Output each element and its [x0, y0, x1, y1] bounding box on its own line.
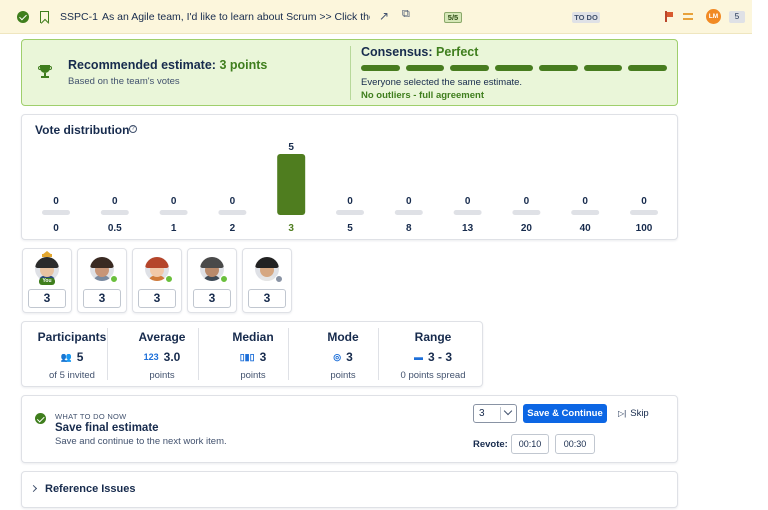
stat-mode: Mode ◎ 3 points: [297, 321, 389, 387]
vote-count-label: 0: [171, 196, 177, 207]
final-estimate-select[interactable]: 3: [473, 404, 517, 423]
vote-count-label: 5: [288, 142, 294, 153]
status-dot: [165, 275, 173, 283]
vote-bar-8: [394, 210, 423, 215]
category-label: 13: [462, 223, 474, 234]
stat-subtitle: points: [330, 370, 356, 381]
participant-vote: 3: [248, 289, 286, 308]
vote-count-label: 0: [406, 196, 412, 207]
range-icon: ▬: [413, 352, 423, 362]
stat-value: 3: [346, 350, 353, 364]
participant-card[interactable]: 3: [132, 248, 182, 313]
category-label: 5: [347, 223, 353, 234]
stat-label: Participants: [37, 330, 107, 344]
participant-vote: 3: [83, 289, 121, 308]
vote-count-label: 0: [641, 196, 647, 207]
category-label: 3: [288, 223, 294, 234]
stat-value: 3.0: [163, 350, 181, 364]
category-label: 8: [406, 223, 412, 234]
vote-count-label: 0: [582, 196, 588, 207]
category-label: 0.5: [108, 223, 122, 234]
final-estimate-value: 3: [479, 408, 485, 419]
vote-bar-13: [453, 210, 482, 215]
participant-vote: 3: [28, 289, 66, 308]
stat-average: Average 123 3.0 points: [116, 321, 208, 387]
participant-card[interactable]: 3: [242, 248, 292, 313]
vote-bar-100: [630, 210, 658, 215]
skip-label: Skip: [630, 408, 649, 419]
average-icon: 123: [143, 352, 159, 362]
stat-label: Mode: [327, 330, 359, 344]
save-continue-button[interactable]: Save & Continue: [523, 404, 607, 423]
participant-vote: 3: [193, 289, 231, 308]
vote-count-label: 0: [230, 196, 236, 207]
next-step-title: Save final estimate: [55, 422, 159, 434]
category-label: 20: [521, 223, 533, 234]
revote-30s-button[interactable]: 00:30: [555, 434, 595, 454]
stat-value: 3 - 3: [427, 350, 452, 364]
next-step-subtitle: Save and continue to the next work item.: [55, 436, 227, 447]
next-step-eyebrow: WHAT TO DO NOW: [55, 412, 127, 421]
stat-value: 3: [259, 350, 267, 364]
check-circle-icon: [35, 413, 46, 424]
stat-median: Median ▯▮▯ 3 points: [207, 321, 299, 387]
vote-bar-0.5: [100, 210, 129, 215]
vote-count-label: 0: [112, 196, 118, 207]
category-label: 0: [53, 223, 59, 234]
participant-card[interactable]: You 3: [22, 248, 72, 313]
divider: [198, 328, 199, 380]
category-label: 100: [636, 223, 653, 234]
revote-label: Revote:: [473, 439, 508, 450]
chevron-down-icon: [503, 406, 513, 416]
status-dot: [220, 275, 228, 283]
mode-icon: ◎: [333, 351, 342, 362]
vote-bar-40: [571, 210, 600, 215]
category-label: 2: [230, 223, 236, 234]
stat-label: Range: [414, 330, 452, 344]
stat-value: 5: [76, 350, 84, 364]
status-dot: [275, 275, 283, 283]
vote-bar-2: [218, 210, 247, 215]
stat-label: Median: [232, 330, 274, 344]
divider: [288, 328, 289, 380]
category-label: 1: [171, 223, 177, 234]
skip-icon: ▷|: [618, 409, 627, 418]
vote-count-label: 0: [347, 196, 353, 207]
category-label: 40: [580, 223, 592, 234]
stat-range: Range ▬ 3 - 3 0 points spread: [387, 321, 479, 387]
participant-card[interactable]: 3: [187, 248, 237, 313]
skip-button[interactable]: ▷| Skip: [618, 404, 658, 423]
participant-vote: 3: [138, 289, 176, 308]
reference-issues-title[interactable]: Reference Issues: [45, 483, 136, 495]
stat-subtitle: points: [149, 370, 175, 381]
vote-bar-1: [159, 210, 188, 215]
divider: [107, 328, 108, 380]
vote-bar-0: [42, 210, 70, 215]
vote-bar-3: [277, 154, 306, 215]
status-dot: [110, 275, 118, 283]
participant-card[interactable]: 3: [77, 248, 127, 313]
participants-icon: 👥: [60, 351, 72, 362]
stat-subtitle: of 5 invited: [49, 370, 95, 381]
stat-subtitle: 0 points spread: [400, 370, 466, 381]
vote-bar-20: [512, 210, 541, 215]
stat-participants: Participants 👥 5 of 5 invited: [26, 321, 118, 387]
revote-10s-button[interactable]: 00:10: [511, 434, 549, 454]
vote-count-label: 0: [524, 196, 530, 207]
median-icon: ▯▮▯: [239, 351, 255, 362]
you-badge: You: [39, 278, 55, 285]
stat-subtitle: points: [240, 370, 266, 381]
vote-count-label: 0: [465, 196, 471, 207]
vote-bar-5: [336, 210, 364, 215]
vote-count-label: 0: [53, 196, 59, 207]
vote-distribution-chart: 0 0 0 0.5 0 1 0 2 5 3 0 5 0 8 0 13 0 20 0 40 0 100: [42, 142, 658, 234]
divider: [378, 328, 379, 380]
stat-label: Average: [138, 330, 186, 344]
